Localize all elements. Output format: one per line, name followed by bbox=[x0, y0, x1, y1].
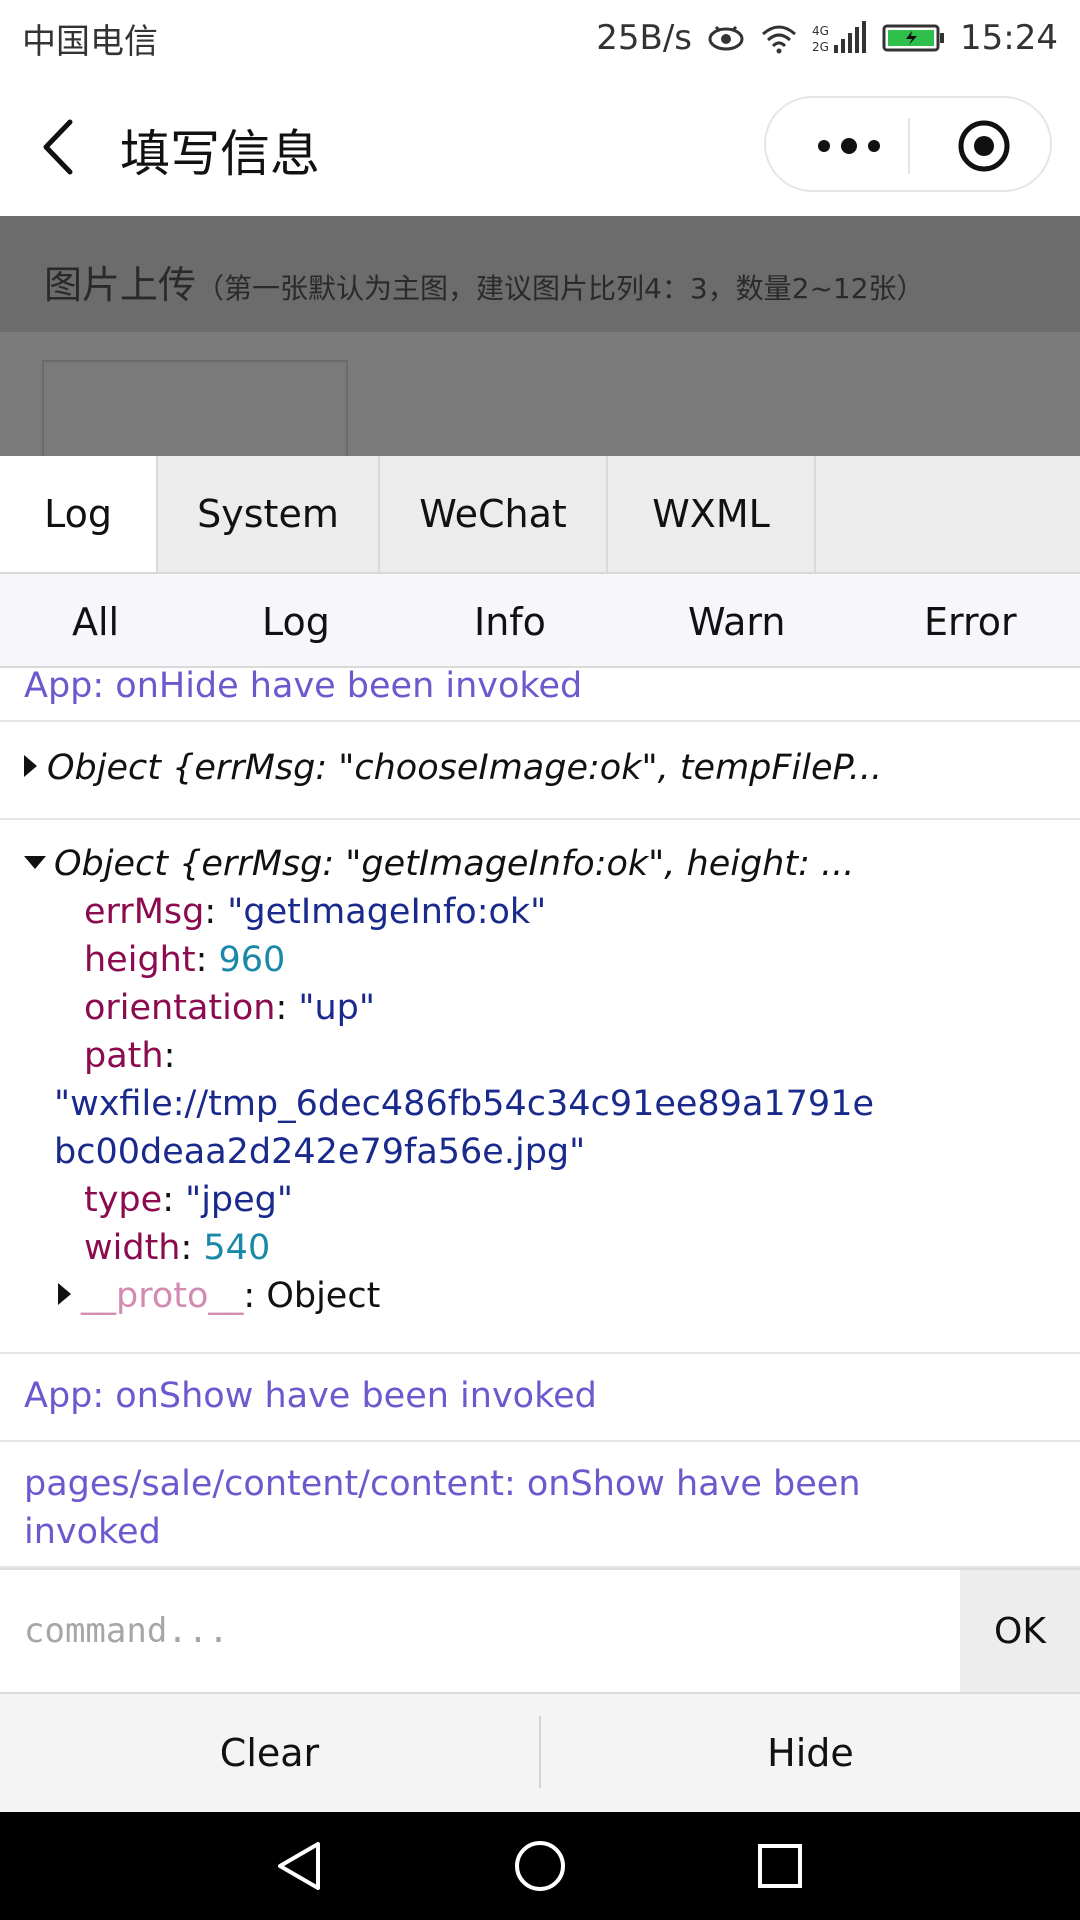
log-object-summary[interactable]: Object {errMsg: "chooseImage:ok", tempFi… bbox=[24, 744, 882, 792]
prop-value: 960 bbox=[218, 940, 286, 980]
battery-charging-icon bbox=[882, 24, 945, 52]
svg-text:4G: 4G bbox=[812, 24, 829, 38]
clock: 15:24 bbox=[960, 18, 1058, 58]
target-circle-icon[interactable] bbox=[956, 118, 1012, 174]
clear-button[interactable]: Clear bbox=[0, 1694, 539, 1812]
console-tabs: Log System WeChat WXML bbox=[0, 456, 1080, 574]
prop-key: height bbox=[84, 940, 196, 980]
upload-title-text: 图片上传 bbox=[44, 263, 197, 307]
upload-header: 图片上传（第一张默认为主图，建议图片比列4：3，数量2~12张） bbox=[0, 216, 1080, 332]
android-nav-bar bbox=[0, 1812, 1080, 1920]
filter-info[interactable]: Info bbox=[474, 600, 546, 644]
svg-text:2G: 2G bbox=[812, 40, 829, 54]
prop-path: path: bbox=[84, 1036, 176, 1076]
prop-value: "getImageInfo:ok" bbox=[227, 892, 547, 932]
back-triangle-icon[interactable] bbox=[272, 1838, 328, 1894]
prop-width: width: 540 bbox=[84, 1228, 271, 1268]
prop-errmsg: errMsg: "getImageInfo:ok" bbox=[84, 892, 547, 932]
prop-key: __proto__ bbox=[81, 1276, 244, 1316]
log-row-page-onshow: pages/sale/content/content: onShow have … bbox=[0, 1442, 1080, 1568]
filter-warn[interactable]: Warn bbox=[688, 600, 785, 644]
net-speed: 25B/s bbox=[596, 18, 693, 58]
prop-path-value-line1: "wxfile://tmp_6dec486fb54c34c91ee89a1791… bbox=[54, 1084, 875, 1124]
command-bar: OK bbox=[0, 1568, 1080, 1694]
log-text: App: onHide have been invoked bbox=[24, 668, 583, 706]
screen: 中国电信 25B/s 4G 2G 15:24 填写信息 图片上传（第一张默认为主… bbox=[0, 0, 1080, 1920]
prop-key: width bbox=[84, 1228, 181, 1268]
log-row-onshow: App: onShow have been invoked bbox=[0, 1354, 1080, 1442]
prop-proto[interactable]: __proto__: Object bbox=[58, 1272, 380, 1320]
wifi-icon bbox=[762, 25, 797, 54]
log-text-line: invoked bbox=[24, 1512, 161, 1552]
collapse-arrow-icon[interactable] bbox=[24, 856, 46, 869]
carrier-label: 中国电信 bbox=[22, 21, 158, 62]
log-filters: All Log Info Warn Error bbox=[0, 574, 1080, 668]
tab-system[interactable]: System bbox=[158, 456, 380, 572]
console-panel: Log System WeChat WXML All Log Info Warn… bbox=[0, 456, 1080, 1812]
prop-value: Object bbox=[266, 1276, 381, 1316]
tab-wechat[interactable]: WeChat bbox=[380, 456, 608, 572]
upload-title: 图片上传（第一张默认为主图，建议图片比列4：3，数量2~12张） bbox=[44, 254, 925, 309]
prop-orientation: orientation: "up" bbox=[84, 988, 375, 1028]
recents-square-icon[interactable] bbox=[752, 1838, 808, 1894]
log-list[interactable]: App: onHide have been invoked Object {er… bbox=[0, 668, 1080, 1568]
home-circle-icon[interactable] bbox=[512, 1838, 568, 1894]
capsule-divider bbox=[908, 118, 910, 174]
filter-all[interactable]: All bbox=[72, 600, 119, 644]
prop-height: height: 960 bbox=[84, 940, 286, 980]
prop-value: 540 bbox=[203, 1228, 271, 1268]
chevron-left-icon[interactable] bbox=[34, 112, 84, 182]
mini-program-capsule bbox=[764, 96, 1052, 192]
log-text-line: pages/sale/content/content: onShow have … bbox=[24, 1464, 861, 1504]
object-expanded-text: Object {errMsg: "getImageInfo:ok", heigh… bbox=[54, 844, 855, 884]
prop-key: errMsg bbox=[84, 892, 205, 932]
prop-key: type bbox=[84, 1180, 163, 1220]
object-expanded-summary[interactable]: Object {errMsg: "getImageInfo:ok", heigh… bbox=[24, 840, 854, 888]
prop-value: "up" bbox=[298, 988, 375, 1028]
ok-button[interactable]: OK bbox=[960, 1570, 1080, 1692]
page-title: 填写信息 bbox=[120, 125, 320, 183]
expand-arrow-icon[interactable] bbox=[24, 755, 37, 777]
log-row-onhide: App: onHide have been invoked bbox=[0, 668, 1080, 722]
command-input[interactable] bbox=[0, 1570, 960, 1692]
filter-error[interactable]: Error bbox=[924, 600, 1017, 644]
log-row-object-collapsed[interactable]: Object {errMsg: "chooseImage:ok", tempFi… bbox=[0, 722, 1080, 820]
status-bar: 中国电信 25B/s 4G 2G 15:24 bbox=[0, 0, 1080, 76]
page-backdrop: 图片上传（第一张默认为主图，建议图片比列4：3，数量2~12张） bbox=[0, 216, 1080, 480]
object-summary-text: Object {errMsg: "chooseImage:ok", tempFi… bbox=[47, 748, 883, 788]
prop-key: path bbox=[84, 1036, 164, 1076]
tab-wxml[interactable]: WXML bbox=[608, 456, 816, 572]
log-row-object-expanded: Object {errMsg: "getImageInfo:ok", heigh… bbox=[0, 820, 1080, 1354]
eye-icon bbox=[708, 25, 744, 51]
prop-key: orientation bbox=[84, 988, 276, 1028]
prop-type: type: "jpeg" bbox=[84, 1180, 293, 1220]
signal-icon: 4G 2G bbox=[812, 21, 867, 54]
more-dots-icon[interactable] bbox=[804, 126, 894, 166]
prop-value: "jpeg" bbox=[185, 1180, 293, 1220]
upload-hint: （第一张默认为主图，建议图片比列4：3，数量2~12张） bbox=[196, 272, 925, 305]
expand-arrow-icon[interactable] bbox=[58, 1283, 71, 1305]
hide-button[interactable]: Hide bbox=[541, 1694, 1080, 1812]
status-icons: 25B/s 4G 2G 15:24 bbox=[596, 18, 1058, 58]
nav-bar: 填写信息 bbox=[0, 76, 1080, 216]
tab-log[interactable]: Log bbox=[0, 456, 158, 572]
log-text: App: onShow have been invoked bbox=[24, 1376, 597, 1416]
prop-path-value-line2: bc00deaa2d242e79fa56e.jpg" bbox=[54, 1132, 586, 1172]
log-text: pages/sale/content/content: onShow have … bbox=[24, 1460, 861, 1556]
console-actions: Clear Hide bbox=[0, 1694, 1080, 1812]
filter-log[interactable]: Log bbox=[262, 600, 330, 644]
